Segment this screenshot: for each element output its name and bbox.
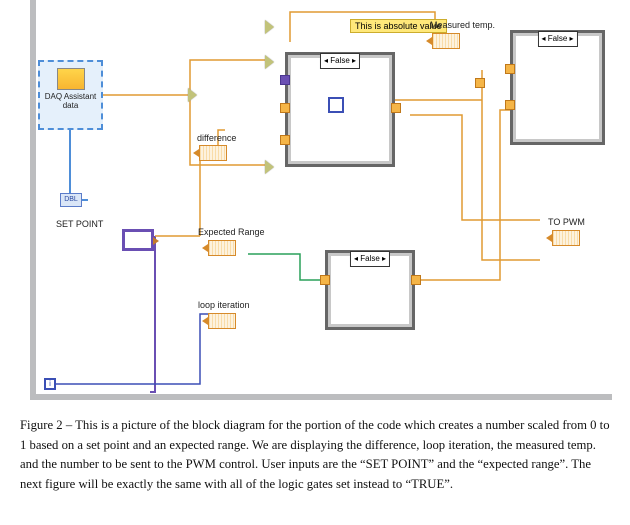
loop-index-terminal: i <box>44 378 56 390</box>
indicator-difference <box>199 145 227 161</box>
daq-assistant-icon <box>57 68 85 90</box>
constant-node <box>475 78 485 88</box>
indicator-loop-iteration <box>208 313 236 329</box>
case-3-selector[interactable]: ◂ False ▸ <box>537 31 577 47</box>
label-loop-iteration: loop iteration <box>198 300 250 310</box>
primitive-a <box>265 20 274 34</box>
labview-block-diagram: i DAQ Assistantdata DBL This is absolute… <box>0 0 630 410</box>
daq-assistant-label: DAQ Assistantdata <box>40 92 101 110</box>
indicator-to-pwm <box>552 230 580 246</box>
case-1-inner-node <box>328 97 344 113</box>
indicator-measured-temp <box>432 33 460 49</box>
case-2-selector[interactable]: ◂ False ▸ <box>350 251 390 267</box>
daq-assistant-node[interactable]: DAQ Assistantdata <box>38 60 103 130</box>
control-set-point[interactable] <box>122 229 154 251</box>
tunnel <box>411 275 421 285</box>
tunnel <box>280 135 290 145</box>
tunnel-boolean <box>280 75 290 85</box>
case-structure-2[interactable]: ◂ False ▸ <box>325 250 415 330</box>
to-dbl-converter: DBL <box>60 193 82 207</box>
tunnel <box>391 103 401 113</box>
tunnel <box>505 64 515 74</box>
tunnel <box>505 100 515 110</box>
primitive-b <box>265 55 274 69</box>
case-1-selector[interactable]: ◂ False ▸ <box>320 53 360 69</box>
label-set-point: SET POINT <box>56 219 103 229</box>
case-structure-3[interactable]: ◂ False ▸ <box>510 30 605 145</box>
case-structure-1[interactable]: ◂ False ▸ <box>285 52 395 167</box>
primitive-c <box>265 160 274 174</box>
tunnel <box>280 103 290 113</box>
label-difference: difference <box>197 133 236 143</box>
control-expected-range[interactable] <box>208 240 236 256</box>
tunnel <box>320 275 330 285</box>
figure-caption: Figure 2 – This is a picture of the bloc… <box>20 416 610 495</box>
label-expected-range: Expected Range <box>198 227 265 237</box>
label-measured-temp: Measured temp. <box>430 20 495 30</box>
label-to-pwm: TO PWM <box>548 217 585 227</box>
subtract-primitive <box>188 88 197 102</box>
